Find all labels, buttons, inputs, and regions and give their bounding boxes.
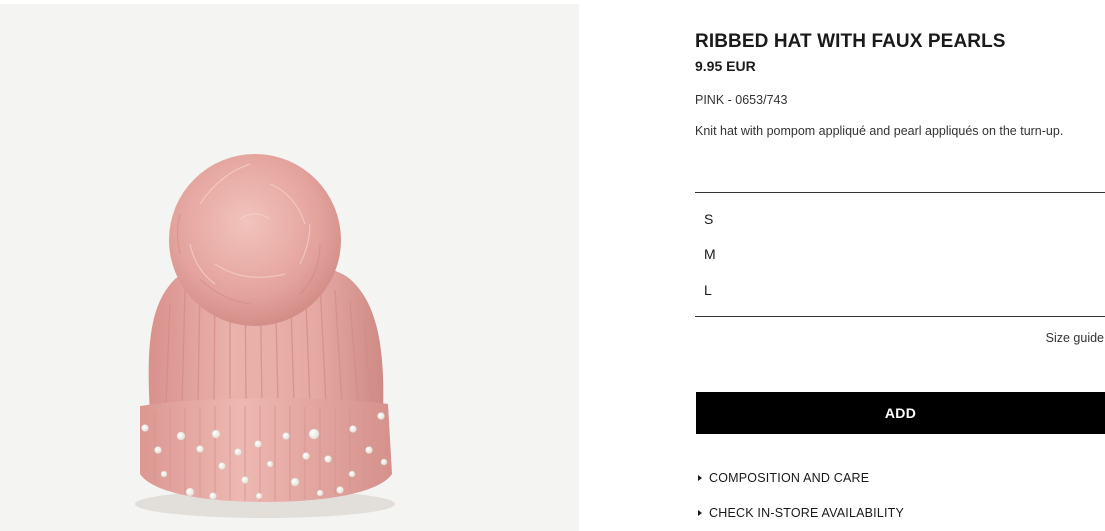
product-page: RIBBED HAT WITH FAUX PEARLS 9.95 EUR PIN… — [0, 0, 1105, 531]
accordion-composition-care[interactable]: COMPOSITION AND CARE — [695, 471, 869, 485]
caret-right-icon — [698, 475, 702, 481]
hat-illustration — [135, 154, 395, 518]
product-image[interactable] — [0, 4, 579, 531]
product-info-panel: RIBBED HAT WITH FAUX PEARLS 9.95 EUR PIN… — [695, 0, 1105, 531]
caret-right-icon — [698, 510, 702, 516]
product-color-reference: PINK - 0653/743 — [695, 93, 788, 107]
size-selector: S M L — [695, 192, 1105, 317]
product-description: Knit hat with pompom appliqué and pearl … — [695, 124, 1064, 138]
accordion-label: COMPOSITION AND CARE — [709, 471, 870, 485]
pompom — [169, 154, 341, 326]
product-title: RIBBED HAT WITH FAUX PEARLS — [695, 31, 1006, 52]
size-option-m[interactable]: M — [704, 246, 716, 262]
size-guide-link[interactable]: Size guide — [1046, 331, 1104, 345]
accordion-store-availability[interactable]: CHECK IN-STORE AVAILABILITY — [695, 506, 904, 520]
add-to-cart-button[interactable]: ADD — [696, 392, 1105, 434]
size-option-s[interactable]: S — [704, 211, 713, 227]
accordion-label: CHECK IN-STORE AVAILABILITY — [709, 506, 905, 520]
product-price: 9.95 EUR — [695, 58, 756, 74]
size-option-l[interactable]: L — [704, 282, 712, 298]
